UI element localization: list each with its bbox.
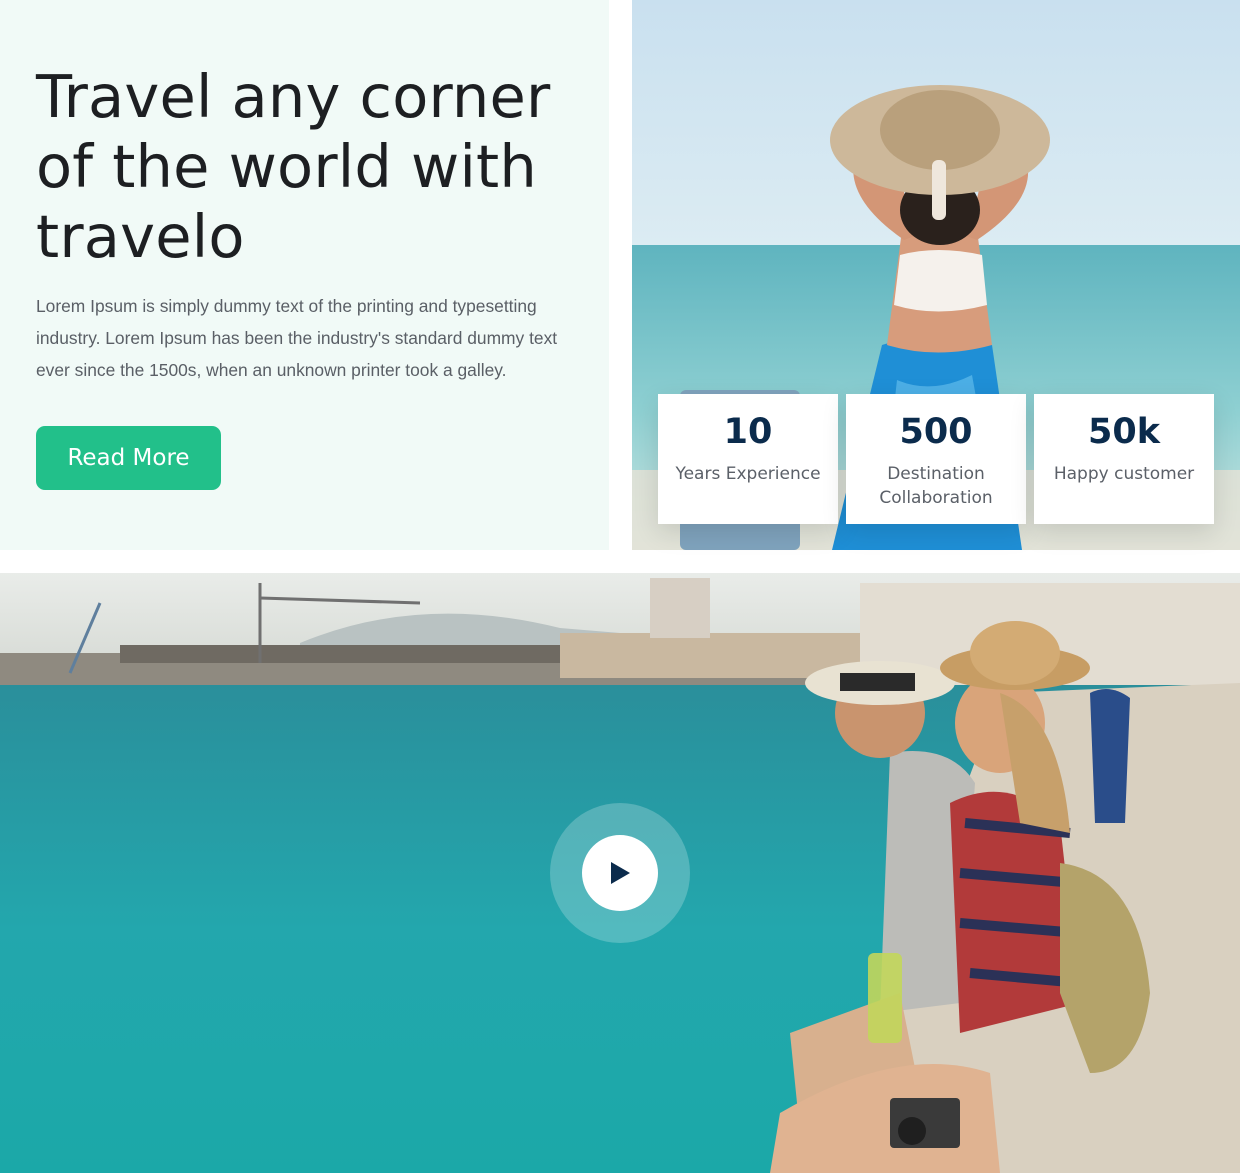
play-video-button[interactable] [550, 803, 690, 943]
hero-title: Travel any corner of the world with trav… [36, 62, 551, 271]
stat-label: Happy customer [1053, 464, 1195, 484]
stat-label: Destination Collaboration [879, 464, 993, 508]
stat-value: 50k [1088, 412, 1160, 452]
read-more-button[interactable]: Read More [36, 426, 221, 490]
stat-label: Years Experience [675, 464, 821, 484]
play-button-circle[interactable] [582, 835, 658, 911]
stat-card: 500 Destination Collaboration [846, 394, 1026, 524]
stat-value: 10 [723, 412, 773, 452]
stats-row: 10 Years Experience 500 Destination Coll… [658, 394, 1214, 524]
stat-card: 50k Happy customer [1034, 394, 1214, 524]
hero-description: Lorem Ipsum is simply dummy text of the … [36, 296, 558, 380]
stat-value: 500 [899, 412, 973, 452]
video-section [0, 573, 1240, 1173]
play-icon [611, 862, 630, 884]
intro-panel: Travel any corner of the world with trav… [0, 0, 609, 550]
stat-card: 10 Years Experience [658, 394, 838, 524]
